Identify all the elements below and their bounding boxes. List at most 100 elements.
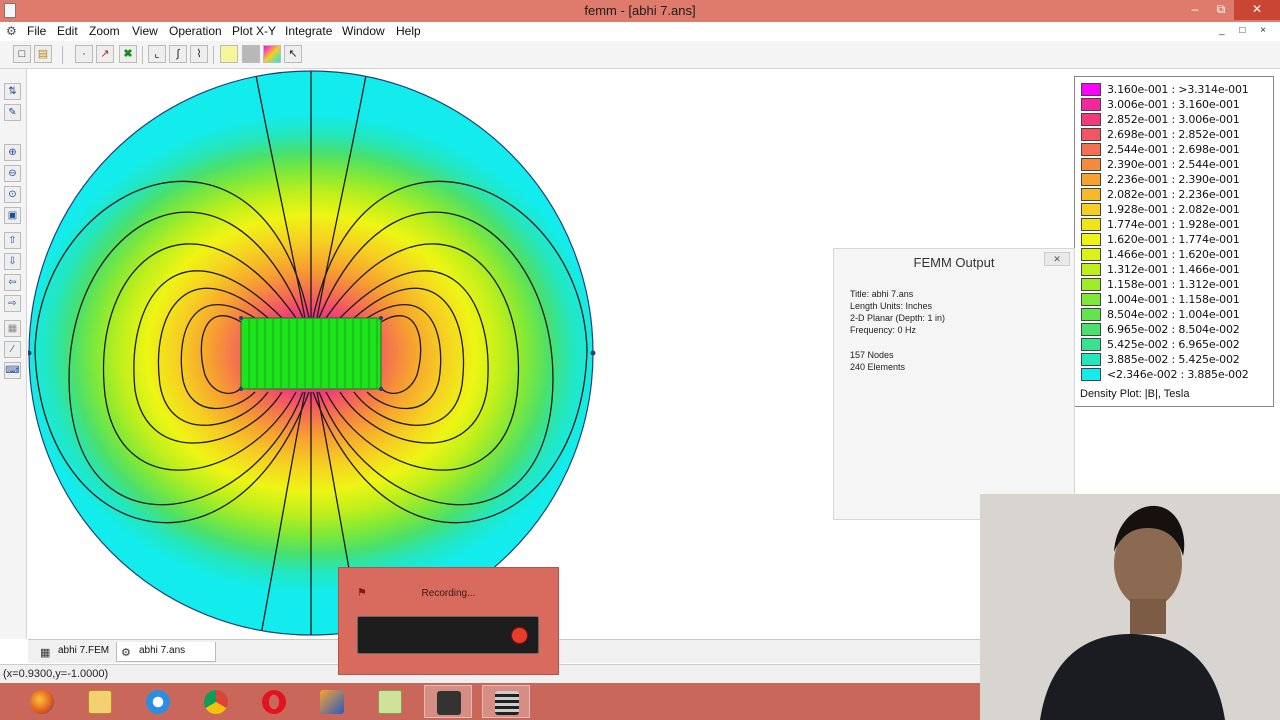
legend-swatch <box>1081 233 1101 246</box>
keyboard-icon[interactable]: ⌨ <box>4 362 21 379</box>
pan-down-icon[interactable]: ⇩ <box>4 253 21 270</box>
femm-window: femm - [abhi 7.ans] – ⧉ ✕ ⚙ File Edit Zo… <box>0 0 1280 720</box>
line-icon[interactable]: ↗ <box>96 45 114 63</box>
coil-node <box>379 387 383 391</box>
legend-row: 8.504e-002 : 1.004e-001 <box>1081 307 1271 322</box>
grid-icon[interactable]: ▦ <box>4 320 21 337</box>
block-label-icon[interactable]: ⇅ <box>4 83 21 100</box>
legend-row: 3.006e-001 : 3.160e-001 <box>1081 97 1271 112</box>
minimize-button[interactable]: – <box>1182 0 1208 20</box>
tab-abhi-7-ans[interactable]: ⚙ abhi 7.ans <box>116 642 216 662</box>
explorer-icon[interactable] <box>76 685 124 718</box>
grey-box-icon[interactable] <box>242 45 260 63</box>
legend-label: 2.698e-001 : 2.852e-001 <box>1107 128 1240 141</box>
recorder-icon[interactable] <box>424 685 472 718</box>
legend-row: 2.852e-001 : 3.006e-001 <box>1081 112 1271 127</box>
menu-integrate[interactable]: Integrate <box>285 24 332 38</box>
legend-label: 1.004e-001 : 1.158e-001 <box>1107 293 1240 306</box>
left-toolbar: ⇅ ✎ ⊕ ⊖ ⊙ ▣ ⇧ ⇩ ⇦ ⇨ ▦ ∕ ⌨ <box>0 69 27 639</box>
recording-popup: ⚑ Recording... <box>338 567 559 675</box>
opera-icon[interactable] <box>250 685 298 718</box>
internet-explorer-icon[interactable] <box>134 685 182 718</box>
document-menu-icon[interactable]: ⚙ <box>6 24 17 38</box>
menu-plot-xy[interactable]: Plot X-Y <box>232 24 276 38</box>
winamp-icon[interactable] <box>308 685 356 718</box>
legend-swatch <box>1081 308 1101 321</box>
webcam-overlay <box>980 494 1280 720</box>
open-file-icon[interactable]: ▤ <box>34 45 52 63</box>
pan-up-icon[interactable]: ⇧ <box>4 232 21 249</box>
menu-window[interactable]: Window <box>342 24 385 38</box>
legend-label: 1.466e-001 : 1.620e-001 <box>1107 248 1240 261</box>
density-plot-icon[interactable] <box>263 45 281 63</box>
legend-swatch <box>1081 248 1101 261</box>
legend-row: 1.620e-001 : 1.774e-001 <box>1081 232 1271 247</box>
tab-label: abhi 7.ans <box>139 645 186 656</box>
density-legend: 3.160e-001 : >3.314e-001 3.006e-001 : 3.1… <box>1074 76 1274 407</box>
record-stop-button[interactable] <box>511 627 528 644</box>
new-file-icon[interactable]: □ <box>13 45 31 63</box>
zoom-natural-icon[interactable]: ⊙ <box>4 186 21 203</box>
mesh-icon[interactable]: ✖ <box>119 45 137 63</box>
notes-icon[interactable] <box>366 685 414 718</box>
output-line-elements: 240 Elements <box>850 362 906 372</box>
output-close-button[interactable]: ✕ <box>1044 252 1070 266</box>
legend-row: 5.425e-002 : 6.965e-002 <box>1081 337 1271 352</box>
mdi-window-buttons[interactable]: _ □ × <box>1219 25 1272 36</box>
femm-icon[interactable] <box>482 685 530 718</box>
legend-swatch <box>1081 218 1101 231</box>
chrome-icon[interactable] <box>192 685 240 718</box>
zoom-out-icon[interactable]: ⊖ <box>4 165 21 182</box>
point-icon[interactable]: · <box>75 45 93 63</box>
menu-bar: ⚙ File Edit Zoom View Operation Plot X-Y… <box>0 22 1280 41</box>
legend-label: 2.544e-001 : 2.698e-001 <box>1107 143 1240 156</box>
firefox-icon[interactable] <box>18 685 66 718</box>
integral-icon[interactable]: ∫ <box>169 45 187 63</box>
legend-swatch <box>1081 188 1101 201</box>
arrow-icon[interactable]: ↖ <box>284 45 302 63</box>
legend-caption: Density Plot: |B|, Tesla <box>1080 388 1190 400</box>
legend-label: 6.965e-002 : 8.504e-002 <box>1107 323 1240 336</box>
menu-edit[interactable]: Edit <box>57 24 78 38</box>
legend-label: 3.006e-001 : 3.160e-001 <box>1107 98 1240 111</box>
pan-left-icon[interactable]: ⇦ <box>4 274 21 291</box>
pan-right-icon[interactable]: ⇨ <box>4 295 21 312</box>
legend-row: 2.236e-001 : 2.390e-001 <box>1081 172 1271 187</box>
legend-row: 2.698e-001 : 2.852e-001 <box>1081 127 1271 142</box>
window-title: femm - [abhi 7.ans] <box>584 3 696 18</box>
legend-swatch <box>1081 278 1101 291</box>
close-button[interactable]: ✕ <box>1234 0 1280 20</box>
edit-icon[interactable]: ✎ <box>4 104 21 121</box>
legend-label: 1.158e-001 : 1.312e-001 <box>1107 278 1240 291</box>
recording-controls <box>357 616 539 654</box>
legend-row: 1.312e-001 : 1.466e-001 <box>1081 262 1271 277</box>
zoom-window-icon[interactable]: ▣ <box>4 207 21 224</box>
menu-view[interactable]: View <box>132 24 158 38</box>
yellow-box-icon[interactable] <box>220 45 238 63</box>
legend-swatch <box>1081 128 1101 141</box>
ans-file-icon: ⚙ <box>121 647 131 659</box>
legend-swatch <box>1081 143 1101 156</box>
legend-label: 3.885e-002 : 5.425e-002 <box>1107 353 1240 366</box>
maximize-button[interactable]: ⧉ <box>1208 0 1234 20</box>
legend-label: 1.312e-001 : 1.466e-001 <box>1107 263 1240 276</box>
legend-label: 5.425e-002 : 6.965e-002 <box>1107 338 1240 351</box>
zoom-in-icon[interactable]: ⊕ <box>4 144 21 161</box>
contour-icon[interactable]: ⌞ <box>148 45 166 63</box>
legend-row: 1.466e-001 : 1.620e-001 <box>1081 247 1271 262</box>
legend-swatch <box>1081 113 1101 126</box>
menu-operation[interactable]: Operation <box>169 24 222 38</box>
menu-help[interactable]: Help <box>396 24 421 38</box>
legend-label: 8.504e-002 : 1.004e-001 <box>1107 308 1240 321</box>
snap-icon[interactable]: ∕ <box>4 341 21 358</box>
coil-node <box>379 316 383 320</box>
legend-swatch <box>1081 263 1101 276</box>
legend-label: 3.160e-001 : >3.314e-001 <box>1107 83 1249 96</box>
menu-file[interactable]: File <box>27 24 46 38</box>
output-line-title: Title: abhi 7.ans <box>850 289 914 299</box>
menu-zoom[interactable]: Zoom <box>89 24 120 38</box>
circuit-icon[interactable]: ⌇ <box>190 45 208 63</box>
legend-label: 1.774e-001 : 1.928e-001 <box>1107 218 1240 231</box>
tab-abhi-7-fem[interactable]: ▦ abhi 7.FEM <box>36 642 116 662</box>
output-line-planar: 2-D Planar (Depth: 1 in) <box>850 313 946 323</box>
